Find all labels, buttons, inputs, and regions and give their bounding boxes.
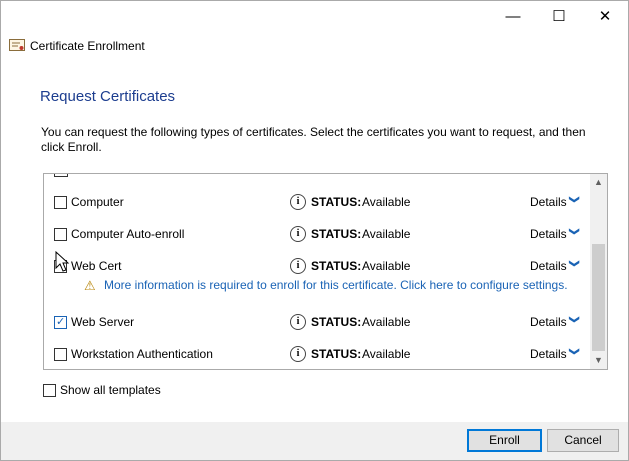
checkmark-icon: ✓ [56,316,66,328]
scroll-down-arrow-icon[interactable]: ▼ [590,352,607,369]
enroll-button[interactable]: Enroll [467,429,542,452]
chevron-down-icon[interactable]: ❯ [569,259,580,267]
warning-icon: ⚠ [84,278,96,293]
certificate-icon [9,39,25,51]
chevron-down-icon[interactable]: ❯ [569,347,580,355]
scroll-up-arrow-icon[interactable]: ▲ [590,174,607,191]
details-link[interactable]: Details [530,195,567,209]
status-label: STATUS: [311,347,362,361]
status-label: STATUS: [311,259,362,273]
status-value: Available [362,195,411,209]
wizard-footer: Enroll Cancel [1,422,628,460]
info-icon: i [290,194,306,210]
certificate-name: Web Server [71,315,135,329]
status-label: STATUS: [311,227,362,241]
certificate-name: Computer [71,195,124,209]
details-link[interactable]: Details [530,347,567,361]
title-bar: — ☐ ✕ [1,1,628,31]
mouse-cursor-icon [55,251,70,272]
maximize-button[interactable]: ☐ [536,1,582,31]
certificate-list: Computer i STATUS: Available Details ❯ C… [43,173,608,370]
certificate-name: Workstation Authentication [71,347,213,361]
page-title: Request Certificates [40,88,176,105]
vertical-scrollbar[interactable]: ▲ ▼ [590,174,607,369]
status-label: STATUS: [311,315,362,329]
configure-settings-link[interactable]: More information is required to enroll f… [104,278,568,292]
details-link[interactable]: Details [530,227,567,241]
list-item: Computer i STATUS: Available Details ❯ [44,194,590,214]
status-value: Available [362,315,411,329]
status-label: STATUS: [311,195,362,209]
chevron-down-icon[interactable]: ❯ [569,227,580,235]
status-value: Available [362,259,411,273]
list-item: Workstation Authentication i STATUS: Ava… [44,346,590,366]
chevron-down-icon[interactable]: ❯ [569,315,580,323]
main-panel: Request Certificates You can request the… [1,65,628,422]
configure-settings-row: ⚠ More information is required to enroll… [44,278,590,298]
cancel-button[interactable]: Cancel [547,429,619,452]
show-all-templates-label: Show all templates [60,383,161,397]
status-value: Available [362,227,411,241]
chevron-down-icon[interactable]: ❯ [569,195,580,203]
scrollbar-thumb[interactable] [592,244,605,351]
certificate-name: Web Cert [71,259,122,273]
list-item: ✓ Web Server i STATUS: Available Details… [44,314,590,334]
info-icon: i [290,346,306,362]
status-value: Available [362,347,411,361]
details-link[interactable]: Details [530,315,567,329]
minimize-button[interactable]: — [490,1,536,31]
show-all-templates-checkbox[interactable] [43,384,56,397]
certificate-checkbox[interactable]: ✓ [54,316,67,329]
details-link[interactable]: Details [530,259,567,273]
certificate-list-rows: Computer i STATUS: Available Details ❯ C… [44,174,590,369]
certificate-checkbox[interactable] [54,228,67,241]
list-item: Computer Auto-enroll i STATUS: Available… [44,226,590,246]
app-title: Certificate Enrollment [30,39,145,53]
list-item: Web Cert i STATUS: Available Details ❯ [44,258,590,278]
certificate-checkbox[interactable] [54,348,67,361]
partial-row-clipped [54,174,68,177]
intro-text: You can request the following types of c… [41,125,586,154]
close-button[interactable]: ✕ [582,1,628,31]
certificate-checkbox[interactable] [54,196,67,209]
info-icon: i [290,258,306,274]
certificate-enrollment-window: — ☐ ✕ Certificate Enrollment Request Cer… [0,0,629,461]
wizard-header: Certificate Enrollment [1,31,628,65]
info-icon: i [290,226,306,242]
info-icon: i [290,314,306,330]
certificate-name: Computer Auto-enroll [71,227,185,241]
